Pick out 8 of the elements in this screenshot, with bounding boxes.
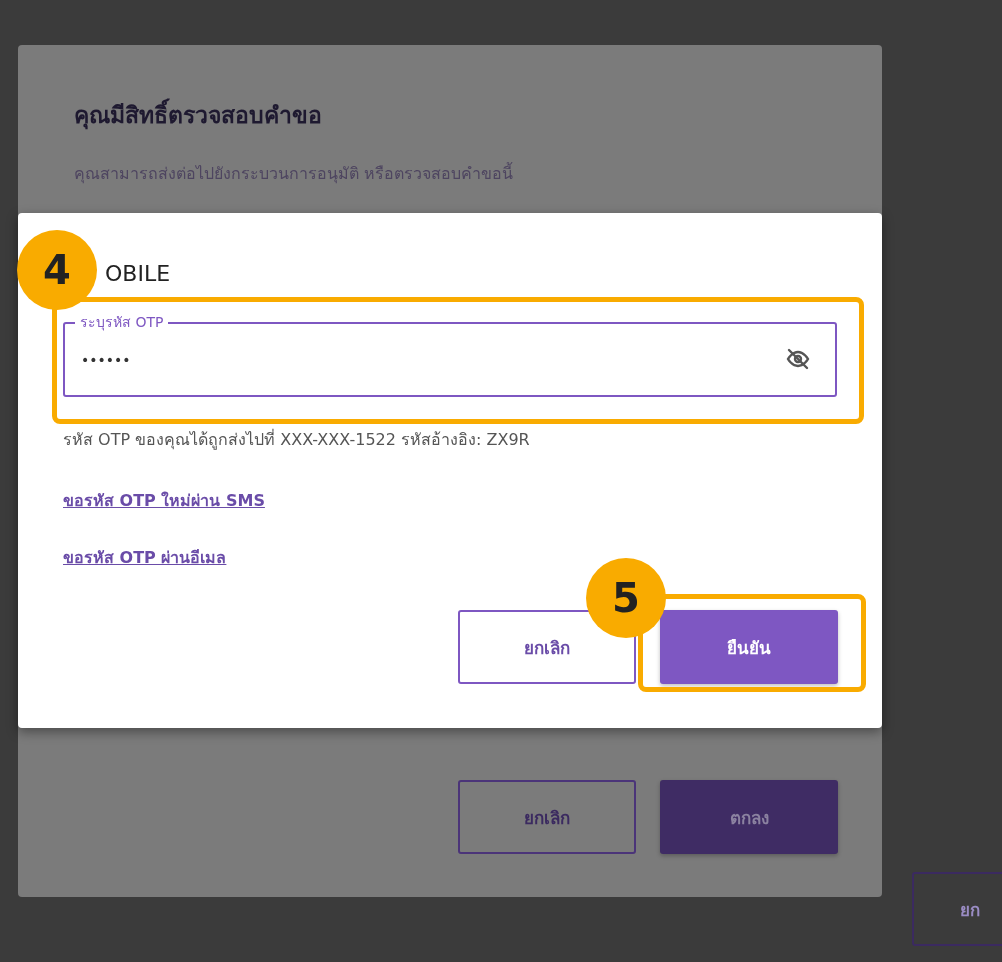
otp-link[interactable]: ขอรหัส OTP ใหม่ผ่าน SMS bbox=[63, 488, 265, 513]
dialog-title: คุณมีสิทธิ์ตรวจสอบคำขอ bbox=[74, 97, 826, 133]
cancel-button[interactable]: ยก bbox=[912, 872, 1002, 946]
confirm-button[interactable]: ยืนยัน bbox=[660, 610, 838, 684]
dialog-title: OBILE bbox=[105, 261, 172, 288]
ok-button[interactable]: ตกลง bbox=[660, 780, 838, 854]
helper-text: รหัส OTP ของคุณได้ถูกส่งไปที่ XXX-XXX-1522 รหัสอ้างอิง: ZX9R bbox=[63, 428, 531, 452]
otp-link[interactable]: ขอรหัส OTP ผ่านอีเมล bbox=[63, 545, 227, 570]
